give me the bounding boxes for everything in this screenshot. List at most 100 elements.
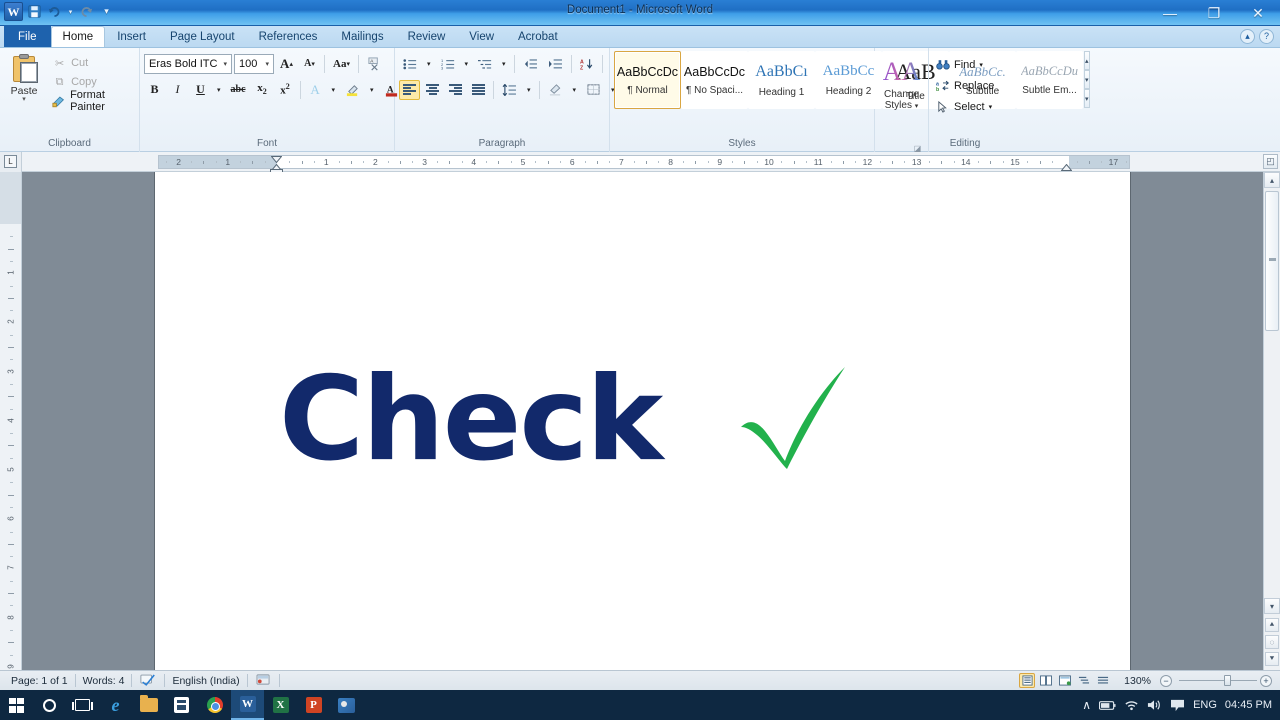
- print-layout-view-button[interactable]: [1019, 673, 1036, 688]
- replace-button[interactable]: ab Replace: [933, 76, 996, 95]
- task-view-button[interactable]: [66, 690, 99, 720]
- italic-button[interactable]: I: [167, 80, 188, 100]
- grow-font-button[interactable]: A ▴: [276, 54, 297, 74]
- decrease-indent-button[interactable]: [519, 54, 542, 74]
- zoom-slider-handle[interactable]: [1224, 675, 1231, 686]
- first-line-indent-marker[interactable]: [270, 154, 283, 164]
- change-case-button[interactable]: Aa ▾: [329, 54, 354, 74]
- start-button[interactable]: [0, 690, 33, 720]
- powerpoint-taskbar-button[interactable]: P: [297, 690, 330, 720]
- underline-dropdown-icon[interactable]: ▾: [213, 80, 225, 100]
- horizontal-ruler[interactable]: L 2 1 1 2 3 4 5 6 7 8 9 10 11 12 13 14 15 17 ◰: [0, 151, 1280, 175]
- scroll-down-button[interactable]: ▾: [1264, 598, 1280, 614]
- multilevel-dropdown-icon[interactable]: ▾: [498, 54, 510, 74]
- select-browse-object-top-icon[interactable]: ◰: [1263, 154, 1278, 169]
- sort-button[interactable]: AZ: [576, 54, 598, 74]
- superscript-button[interactable]: x2: [275, 80, 296, 100]
- page-indicator[interactable]: Page: 1 of 1: [4, 675, 75, 687]
- styles-more-icon[interactable]: ▾: [1084, 89, 1090, 108]
- line-spacing-dropdown-icon[interactable]: ▾: [523, 80, 535, 100]
- text-effects-dropdown-icon[interactable]: ▾: [328, 80, 340, 100]
- show-hidden-icons-button[interactable]: ∧: [1082, 698, 1091, 712]
- cut-button[interactable]: ✂ Cut: [48, 54, 135, 72]
- tab-page-layout[interactable]: Page Layout: [158, 26, 247, 47]
- increase-indent-button[interactable]: [544, 54, 567, 74]
- tab-home[interactable]: Home: [50, 26, 106, 47]
- highlight-dropdown-icon[interactable]: ▾: [366, 80, 378, 100]
- zoom-slider[interactable]: [1179, 675, 1257, 686]
- subscript-button[interactable]: x2: [252, 80, 273, 100]
- strikethrough-button[interactable]: abc: [227, 80, 250, 100]
- store-button[interactable]: [165, 690, 198, 720]
- green-check-mark-icon[interactable]: [735, 365, 853, 475]
- restore-button[interactable]: ❐: [1192, 0, 1236, 26]
- zoom-in-button[interactable]: +: [1260, 674, 1272, 687]
- document-content[interactable]: Check: [279, 362, 853, 478]
- zoom-level[interactable]: 130%: [1114, 675, 1157, 687]
- next-page-button[interactable]: ⯆: [1265, 652, 1279, 666]
- change-styles-label-line1[interactable]: Change: [884, 89, 919, 100]
- justify-button[interactable]: [468, 80, 489, 100]
- styles-scroll-down-icon[interactable]: ▾: [1084, 70, 1090, 89]
- tab-view[interactable]: View: [457, 26, 506, 47]
- shading-button[interactable]: [544, 80, 567, 100]
- bullets-dropdown-icon[interactable]: ▾: [423, 54, 435, 74]
- find-dropdown-icon[interactable]: ▾: [979, 61, 983, 69]
- numbering-dropdown-icon[interactable]: ▾: [461, 54, 473, 74]
- borders-button[interactable]: [582, 80, 605, 100]
- vertical-scrollbar[interactable]: ▴ ▾ ⯅ ◌ ⯆: [1263, 172, 1280, 670]
- chrome-button[interactable]: [198, 690, 231, 720]
- edge-button[interactable]: e: [99, 690, 132, 720]
- tab-review[interactable]: Review: [396, 26, 458, 47]
- style-subtle-emphasis[interactable]: AaBbCcDu Subtle Em...: [1016, 51, 1083, 109]
- clear-formatting-button[interactable]: A: [363, 54, 386, 74]
- multilevel-list-button[interactable]: [474, 54, 496, 74]
- zoom-out-button[interactable]: −: [1160, 674, 1172, 687]
- file-explorer-button[interactable]: [132, 690, 165, 720]
- select-browse-object-button[interactable]: ◌: [1265, 635, 1279, 649]
- draft-view-button[interactable]: [1095, 673, 1111, 688]
- hanging-indent-marker[interactable]: [270, 162, 283, 171]
- wifi-icon[interactable]: [1124, 699, 1139, 711]
- excel-taskbar-button[interactable]: X: [264, 690, 297, 720]
- collapse-ribbon-icon[interactable]: ▴: [1240, 29, 1255, 44]
- paste-button[interactable]: Paste ▾: [4, 51, 44, 103]
- style-heading-2[interactable]: AaBbCc Heading 2: [815, 51, 882, 109]
- tab-acrobat[interactable]: Acrobat: [506, 26, 570, 47]
- underline-button[interactable]: U: [190, 80, 211, 100]
- font-size-combobox[interactable]: 100 ▾: [234, 53, 274, 74]
- spell-check-icon[interactable]: [132, 673, 164, 689]
- vertical-ruler[interactable]: 1 2 3 4 5 6 7 8 9: [0, 172, 22, 670]
- paint-taskbar-button[interactable]: [330, 690, 363, 720]
- format-painter-button[interactable]: Format Painter: [48, 89, 135, 113]
- word-taskbar-button[interactable]: W: [231, 690, 264, 720]
- change-styles-label-line2[interactable]: Styles ▾: [884, 100, 919, 112]
- tab-references[interactable]: References: [247, 26, 330, 47]
- bold-button[interactable]: B: [144, 80, 165, 100]
- font-name-dropdown-icon[interactable]: ▾: [221, 60, 229, 68]
- right-indent-marker[interactable]: [1060, 162, 1073, 171]
- tab-file[interactable]: File: [4, 25, 51, 47]
- document-page[interactable]: Check: [155, 172, 1130, 670]
- styles-dialog-launcher-icon[interactable]: ◪: [913, 142, 922, 153]
- scroll-up-button[interactable]: ▴: [1264, 172, 1280, 188]
- style-no-spacing[interactable]: AaBbCcDc ¶ No Spaci...: [681, 51, 748, 109]
- select-button[interactable]: Select ▾: [933, 97, 994, 116]
- cortana-button[interactable]: [33, 690, 66, 720]
- font-name-combobox[interactable]: Eras Bold ITC ▾: [144, 53, 232, 74]
- minimize-button[interactable]: —: [1148, 0, 1192, 26]
- tab-selector-button[interactable]: L: [0, 151, 22, 172]
- help-icon[interactable]: ?: [1259, 29, 1274, 44]
- shading-dropdown-icon[interactable]: ▾: [569, 80, 581, 100]
- style-heading-1[interactable]: AaBbCı Heading 1: [748, 51, 815, 109]
- styles-scroll-up-icon[interactable]: ▴: [1084, 51, 1090, 70]
- volume-icon[interactable]: [1147, 699, 1162, 711]
- find-button[interactable]: Find ▾: [933, 55, 985, 74]
- numbering-button[interactable]: 123: [437, 54, 459, 74]
- clock[interactable]: 04:45 PM: [1225, 699, 1272, 711]
- ruler-strip[interactable]: 2 1 1 2 3 4 5 6 7 8 9 10 11 12 13 14 15 17: [158, 154, 1130, 175]
- document-canvas[interactable]: Check: [22, 172, 1263, 670]
- macro-record-icon[interactable]: [248, 673, 279, 689]
- line-spacing-button[interactable]: [498, 80, 521, 100]
- tab-insert[interactable]: Insert: [105, 26, 158, 47]
